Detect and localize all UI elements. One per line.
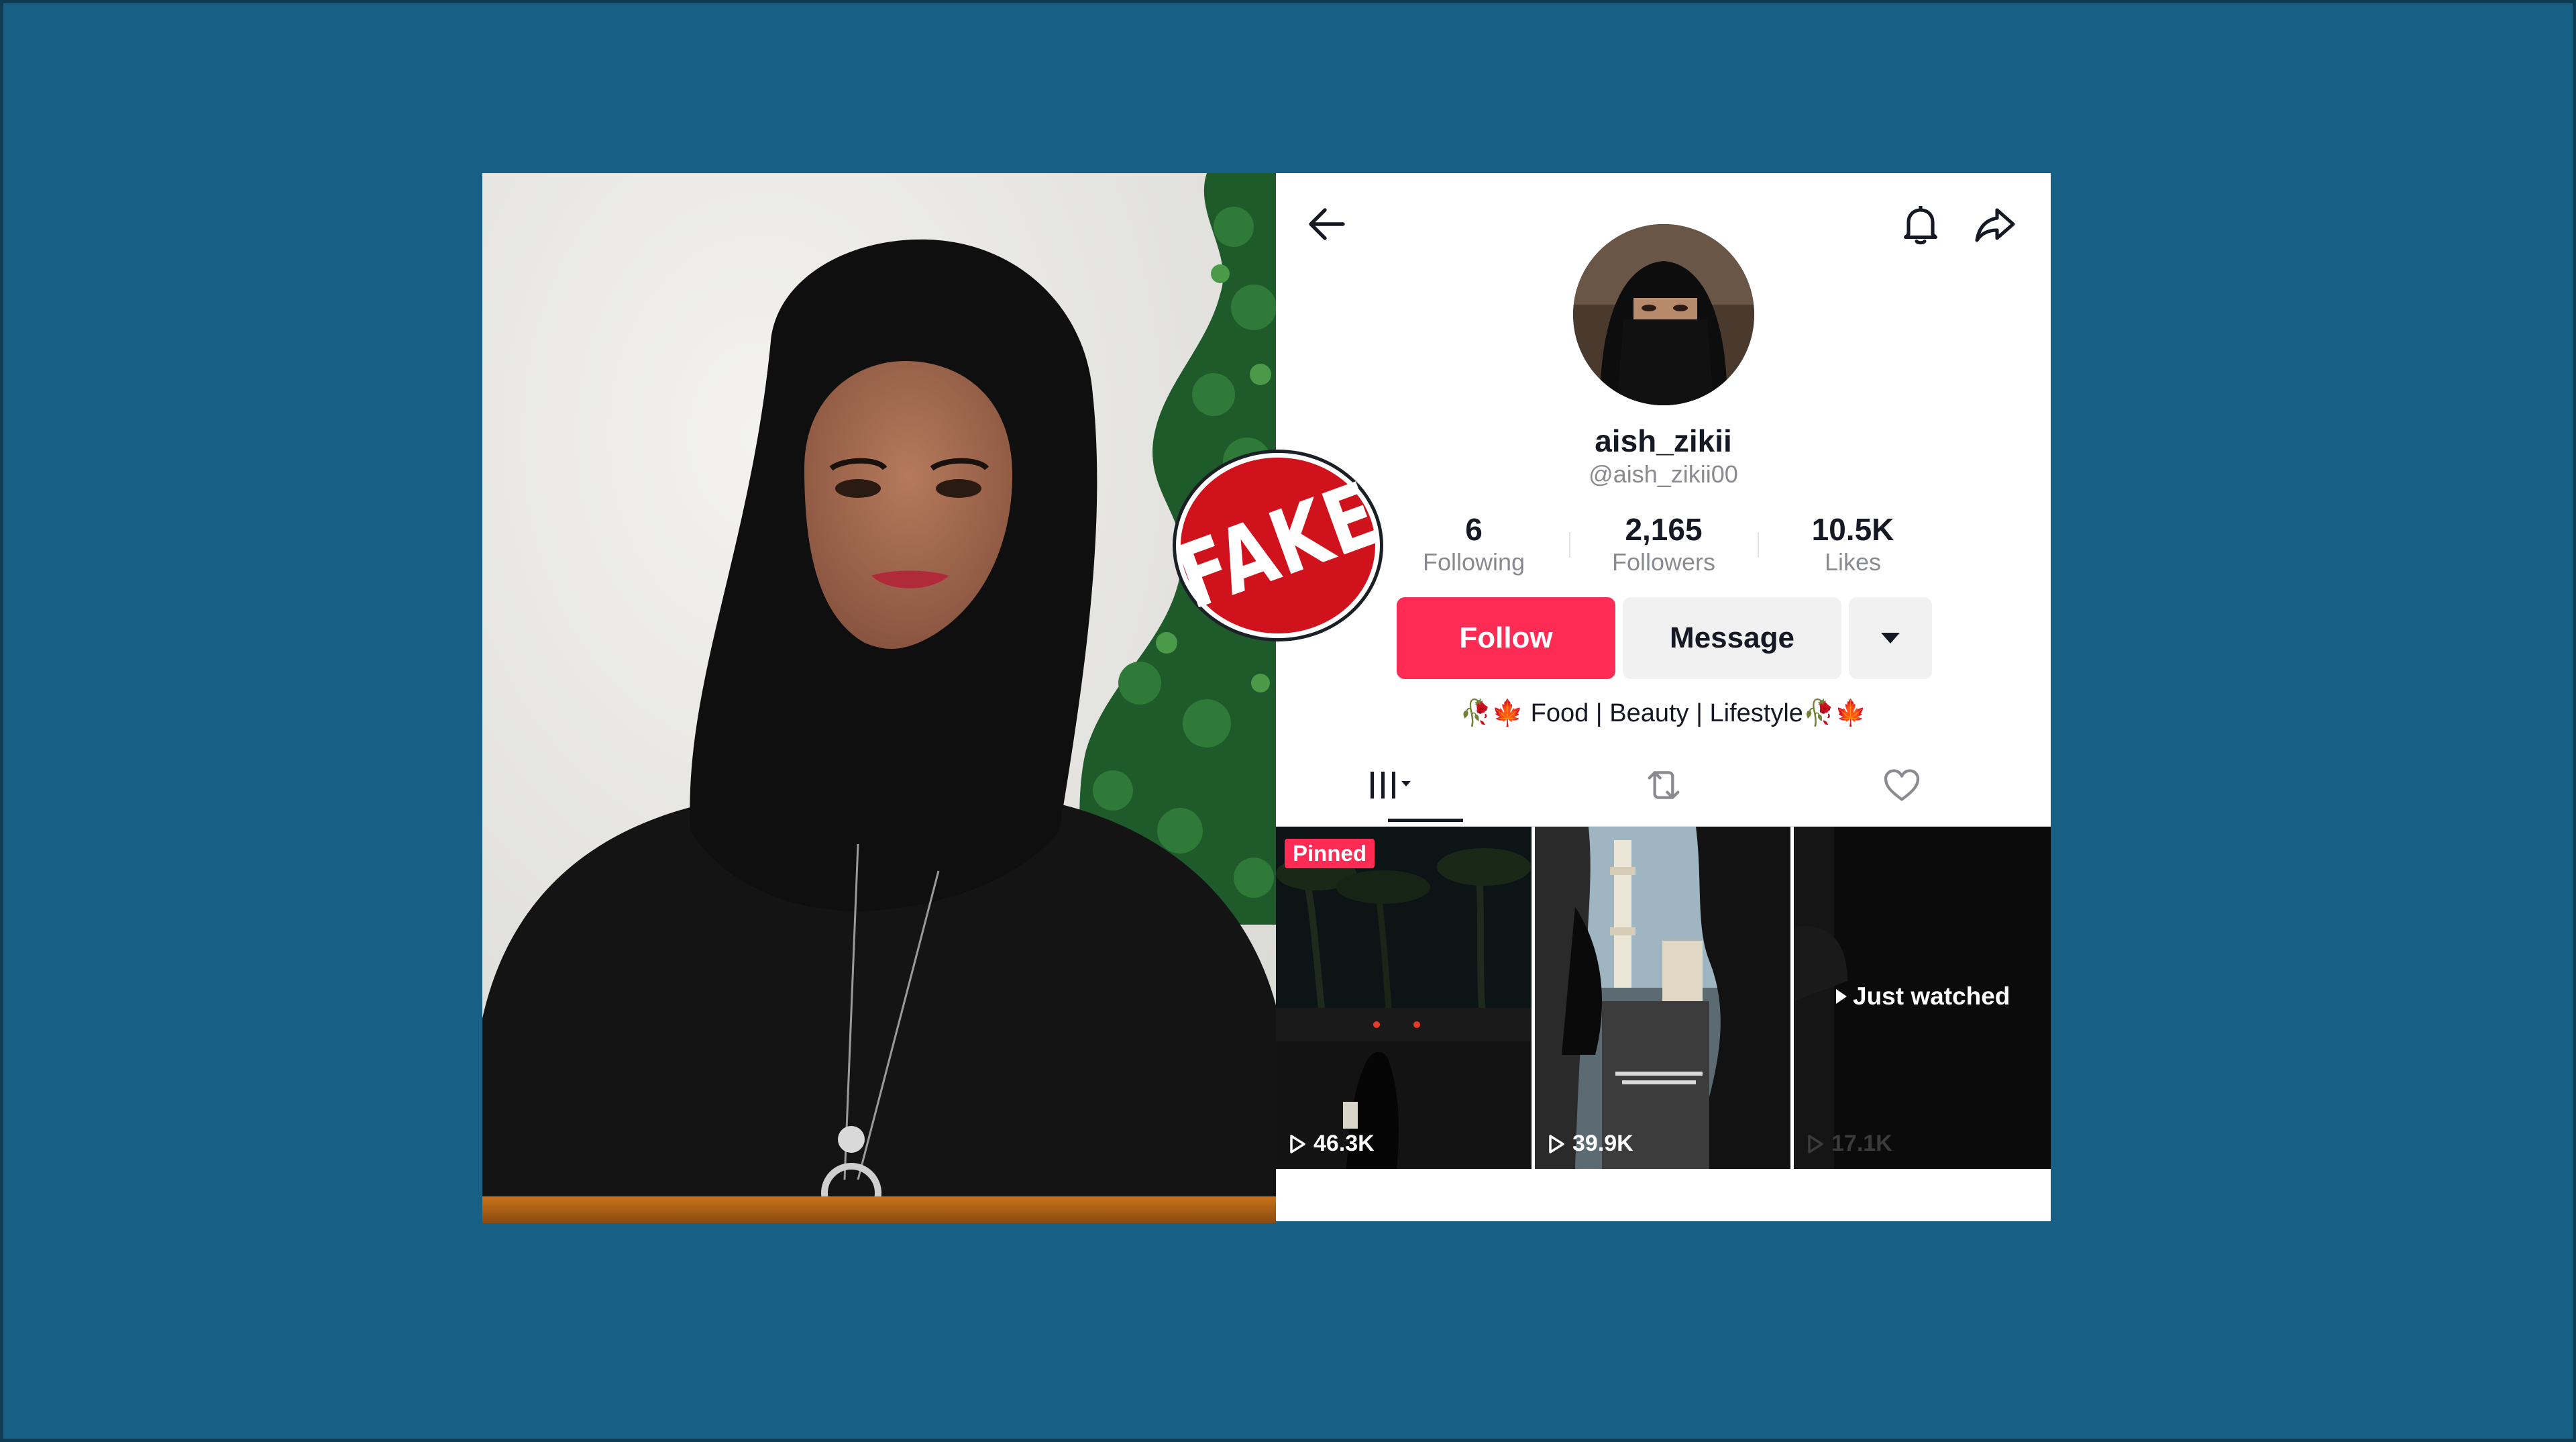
back-button[interactable] <box>1303 200 1351 248</box>
video-view-count: 17.1K <box>1806 1131 1892 1157</box>
tiktok-profile-screen: aish_zikii @aish_zikii00 6 Following 2,1… <box>1276 173 2051 1221</box>
tab-liked[interactable] <box>1848 752 1955 819</box>
pinned-badge: Pinned <box>1285 839 1375 868</box>
bio-text: Food | Beauty | Lifestyle <box>1523 699 1803 727</box>
heart-icon <box>1884 769 1920 801</box>
profile-stats: 6 Following 2,165 Followers 10.5K Likes <box>1276 512 2051 579</box>
stat-value: 2,165 <box>1625 512 1703 547</box>
profile-handle: @aish_zikii00 <box>1589 460 1738 488</box>
caret-down-icon <box>1881 633 1900 643</box>
video-thumbnail[interactable]: 39.9K <box>1535 827 1790 1169</box>
video-view-count: 46.3K <box>1288 1131 1375 1157</box>
share-icon <box>1975 208 2015 242</box>
video-grid: Pinned 46.3K 39.9K Just watched 17.1K <box>1276 827 2051 1169</box>
portrait-illustration <box>482 173 1276 1223</box>
just-watched-label: Just watched <box>1834 982 2010 1011</box>
fake-stamp: FAKE <box>1164 458 1392 633</box>
share-button[interactable] <box>1971 200 2019 248</box>
profile-tabs <box>1276 752 2051 827</box>
stat-following[interactable]: 6 Following <box>1397 512 1551 578</box>
profile-username: aish_zikii <box>1595 423 1732 458</box>
avatar-image <box>1573 224 1754 405</box>
stat-value: 6 <box>1465 512 1483 547</box>
video-thumbnail-image <box>1535 827 1790 1169</box>
view-count-text: 46.3K <box>1313 1131 1375 1156</box>
avatar[interactable] <box>1573 224 1754 405</box>
notifications-button[interactable] <box>1896 200 1945 248</box>
message-button[interactable]: Message <box>1623 597 1841 679</box>
video-view-count: 39.9K <box>1547 1131 1633 1157</box>
video-thumbnail-image <box>1276 827 1532 1169</box>
play-icon <box>1836 989 1847 1004</box>
follow-button[interactable]: Follow <box>1397 597 1615 679</box>
just-watched-text: Just watched <box>1853 982 2010 1010</box>
stat-likes[interactable]: 10.5K Likes <box>1776 512 1930 578</box>
view-count-text: 17.1K <box>1831 1131 1892 1156</box>
play-outline-icon <box>1808 1134 1823 1153</box>
tab-videos[interactable] <box>1338 752 1445 819</box>
tab-selected-indicator <box>1388 819 1463 822</box>
stat-divider <box>1758 532 1759 558</box>
profile-bio: 🥀🍁 Food | Beauty | Lifestyle🥀🍁 <box>1276 699 2051 728</box>
stat-label: Followers <box>1611 548 1716 576</box>
bell-icon <box>1903 206 1938 245</box>
stat-value: 10.5K <box>1811 512 1894 547</box>
stat-label: Following <box>1422 548 1525 576</box>
stat-followers[interactable]: 2,165 Followers <box>1587 512 1741 578</box>
view-count-text: 39.9K <box>1572 1131 1633 1156</box>
bio-emoji: 🥀🍁 <box>1803 699 1867 727</box>
tab-reposts[interactable] <box>1610 752 1717 819</box>
bio-emoji: 🥀🍁 <box>1460 699 1524 727</box>
stat-divider <box>1569 532 1570 558</box>
portrait-photo <box>482 173 1276 1223</box>
video-thumbnail[interactable]: Just watched 17.1K <box>1794 827 2051 1169</box>
stat-label: Likes <box>1824 548 1882 576</box>
repost-icon <box>1648 771 1680 799</box>
arrow-left-icon <box>1309 208 1345 240</box>
video-thumbnail[interactable]: Pinned 46.3K <box>1276 827 1532 1169</box>
play-outline-icon <box>1290 1134 1305 1153</box>
grid-bars-icon <box>1371 772 1411 799</box>
play-outline-icon <box>1549 1134 1564 1153</box>
more-options-button[interactable] <box>1849 597 1932 679</box>
